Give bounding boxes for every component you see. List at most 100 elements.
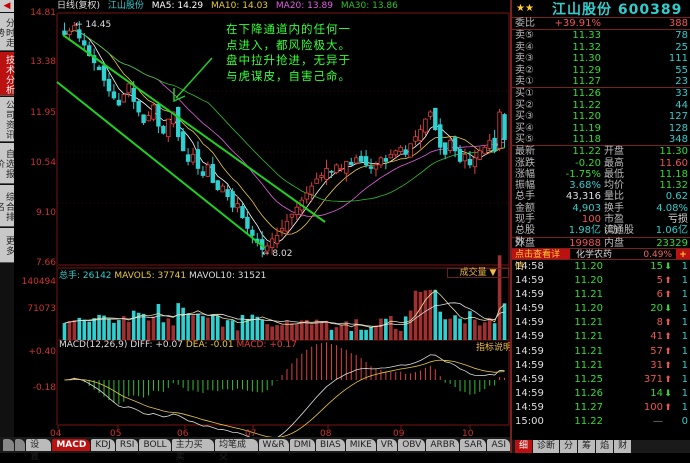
no-arrow-icon <box>663 415 673 429</box>
stat-label: 均价 <box>604 180 624 192</box>
volume-bar <box>191 315 195 340</box>
level-price[interactable]: 11.30 <box>543 53 601 64</box>
level-price[interactable]: 11.22 <box>543 100 601 111</box>
candle <box>111 91 117 99</box>
settings-button[interactable]: 设置 <box>26 439 52 462</box>
view-details-button[interactable]: 点击查看详情 <box>512 248 570 272</box>
indicator-tab-vr[interactable]: VR <box>376 439 398 451</box>
candle <box>274 234 280 244</box>
scroll-left-button[interactable] <box>3 439 14 451</box>
stat-value: -0.20 <box>575 157 601 169</box>
tick-row: 14:59 11.25 371 ⬆ 1 <box>512 373 690 387</box>
volume-bar <box>141 313 146 340</box>
level-price[interactable]: 11.26 <box>543 88 601 99</box>
volume-indicator-dropdown[interactable]: 成交量 ▼ <box>447 268 509 278</box>
stat-value: 3.68% <box>569 180 601 192</box>
quote-tab-5[interactable]: 财 <box>614 440 632 453</box>
indicator-tab-obv[interactable]: OBV <box>398 439 426 451</box>
level-price[interactable]: 11.29 <box>543 65 601 76</box>
tick-qty: 371 <box>643 373 663 385</box>
candle <box>388 153 394 159</box>
stat-label: 总股数 <box>515 225 535 248</box>
sidebar-tab-2[interactable]: 公司资讯 <box>0 97 14 142</box>
indicator-tab-mike[interactable]: MIKE <box>345 439 376 451</box>
stat-value: 11.32 <box>659 180 688 192</box>
candle <box>438 124 443 148</box>
quote-tab-2[interactable]: 分 <box>560 440 578 453</box>
tick-row: 14:59 11.27 100 ⬆ 1 <box>512 401 690 415</box>
sidebar-tab-0[interactable]: 分时走势 <box>0 13 14 51</box>
tick-count: 1 <box>681 275 688 287</box>
indicator-tab-kdj[interactable]: KDJ <box>91 439 115 451</box>
stat-value: 亏损 <box>668 214 688 226</box>
candle <box>408 143 413 158</box>
add-button[interactable]: + <box>676 248 690 260</box>
candle <box>126 83 131 94</box>
indicator-tab-arbr[interactable]: ARBR <box>426 439 460 451</box>
level-price[interactable]: 11.19 <box>543 123 601 134</box>
stat-label: 量比 <box>604 191 624 203</box>
indicator-tab-boll[interactable]: BOLL <box>139 439 171 451</box>
tick-count: 1 <box>681 373 688 385</box>
stat-row: 总股数 1.98亿 流通股 1.06亿 <box>512 225 690 248</box>
volume-bar <box>487 318 492 340</box>
down-arrow-icon: ⬇ <box>664 261 672 272</box>
sector-name[interactable]: 化学农药 <box>570 249 643 260</box>
indicator-tab-均笔成交[interactable]: 均笔成交 <box>215 439 258 462</box>
volume-bar <box>329 329 334 340</box>
candle <box>116 99 122 106</box>
level-volume: 25 <box>675 41 688 53</box>
tick-time: 14:59 <box>515 275 544 287</box>
quote-tabs: 细诊断分筹焰财 <box>512 440 690 453</box>
weibi-row: 委比 +39.91% 388 <box>512 18 690 29</box>
chart-header: 日线(复权) 江山股份 MA5: 14.29 MA10: 14.03 MA20:… <box>57 0 403 12</box>
sidebar-tab-4[interactable]: 综合排名 <box>0 185 14 227</box>
sidebar-tab-1[interactable]: 技术分析 <box>0 52 14 96</box>
candle <box>319 175 324 178</box>
sector-pct: 0.49% <box>643 249 672 260</box>
tick-row: 15:00 11.22 — 0 <box>512 415 690 429</box>
quote-tab-3[interactable]: 筹 <box>578 440 596 453</box>
chart-mode[interactable]: 日线(复权) <box>57 1 100 11</box>
stat-row: 涨跌 -0.20 最高 11.60 <box>512 158 690 169</box>
sidebar-tab-3[interactable]: 自选报价 <box>0 143 14 184</box>
stat-row: 总手 43,316 量比 0.62 <box>512 191 690 202</box>
weibi-pct: +39.91% <box>554 18 601 29</box>
candle <box>324 168 329 180</box>
indicator-tab-rsi[interactable]: RSI <box>115 439 139 451</box>
indicator-tab-bias[interactable]: BIAS <box>316 439 345 451</box>
volume-bar <box>433 289 438 340</box>
level-price[interactable]: 11.27 <box>543 76 601 87</box>
stat-label: 最高 <box>604 157 624 169</box>
tick-price: 11.21 <box>574 289 603 301</box>
volume-bar <box>482 322 487 340</box>
level-price[interactable]: 11.20 <box>543 111 601 122</box>
candle <box>462 153 468 162</box>
indicator-tab-主力买卖[interactable]: 主力买卖 <box>171 439 215 462</box>
scroll-right-button[interactable] <box>14 439 26 451</box>
quote-tab-0[interactable]: 细 <box>515 440 533 453</box>
candle <box>378 157 384 166</box>
level-volume: 111 <box>668 53 688 65</box>
indicator-tab-w&r[interactable]: W&R <box>258 439 289 451</box>
back-arrow-icon[interactable]: ◀ <box>0 0 14 12</box>
tick-row: 14:59 11.20 20 ⬇ 1 <box>512 302 690 316</box>
stock-title: 江山股份 600389 <box>552 1 683 18</box>
level-price[interactable]: 11.32 <box>543 42 601 53</box>
quote-tab-4[interactable]: 焰 <box>596 440 614 453</box>
stat-value: 4,903 <box>572 202 601 214</box>
candle <box>363 156 369 166</box>
candle <box>403 149 408 155</box>
indicator-tab-sar[interactable]: SAR <box>460 439 487 451</box>
quote-tab-1[interactable]: 诊断 <box>533 440 560 453</box>
indicator-explain-button[interactable]: 指标说明 <box>476 340 512 353</box>
level-price[interactable]: 11.18 <box>543 134 601 145</box>
indicator-tab-asi[interactable]: ASI <box>487 439 510 451</box>
sidebar-tab-5[interactable]: 更多 <box>0 228 14 263</box>
up-arrow-icon: ⬆ <box>664 402 672 413</box>
level-price[interactable]: 11.33 <box>543 30 601 41</box>
stat-value: 4.08% <box>656 202 688 214</box>
indicator-tab-dmi[interactable]: DMI <box>289 439 316 451</box>
indicator-tab-macd[interactable]: MACD <box>52 439 91 451</box>
stat-value: 19988 <box>569 237 601 249</box>
